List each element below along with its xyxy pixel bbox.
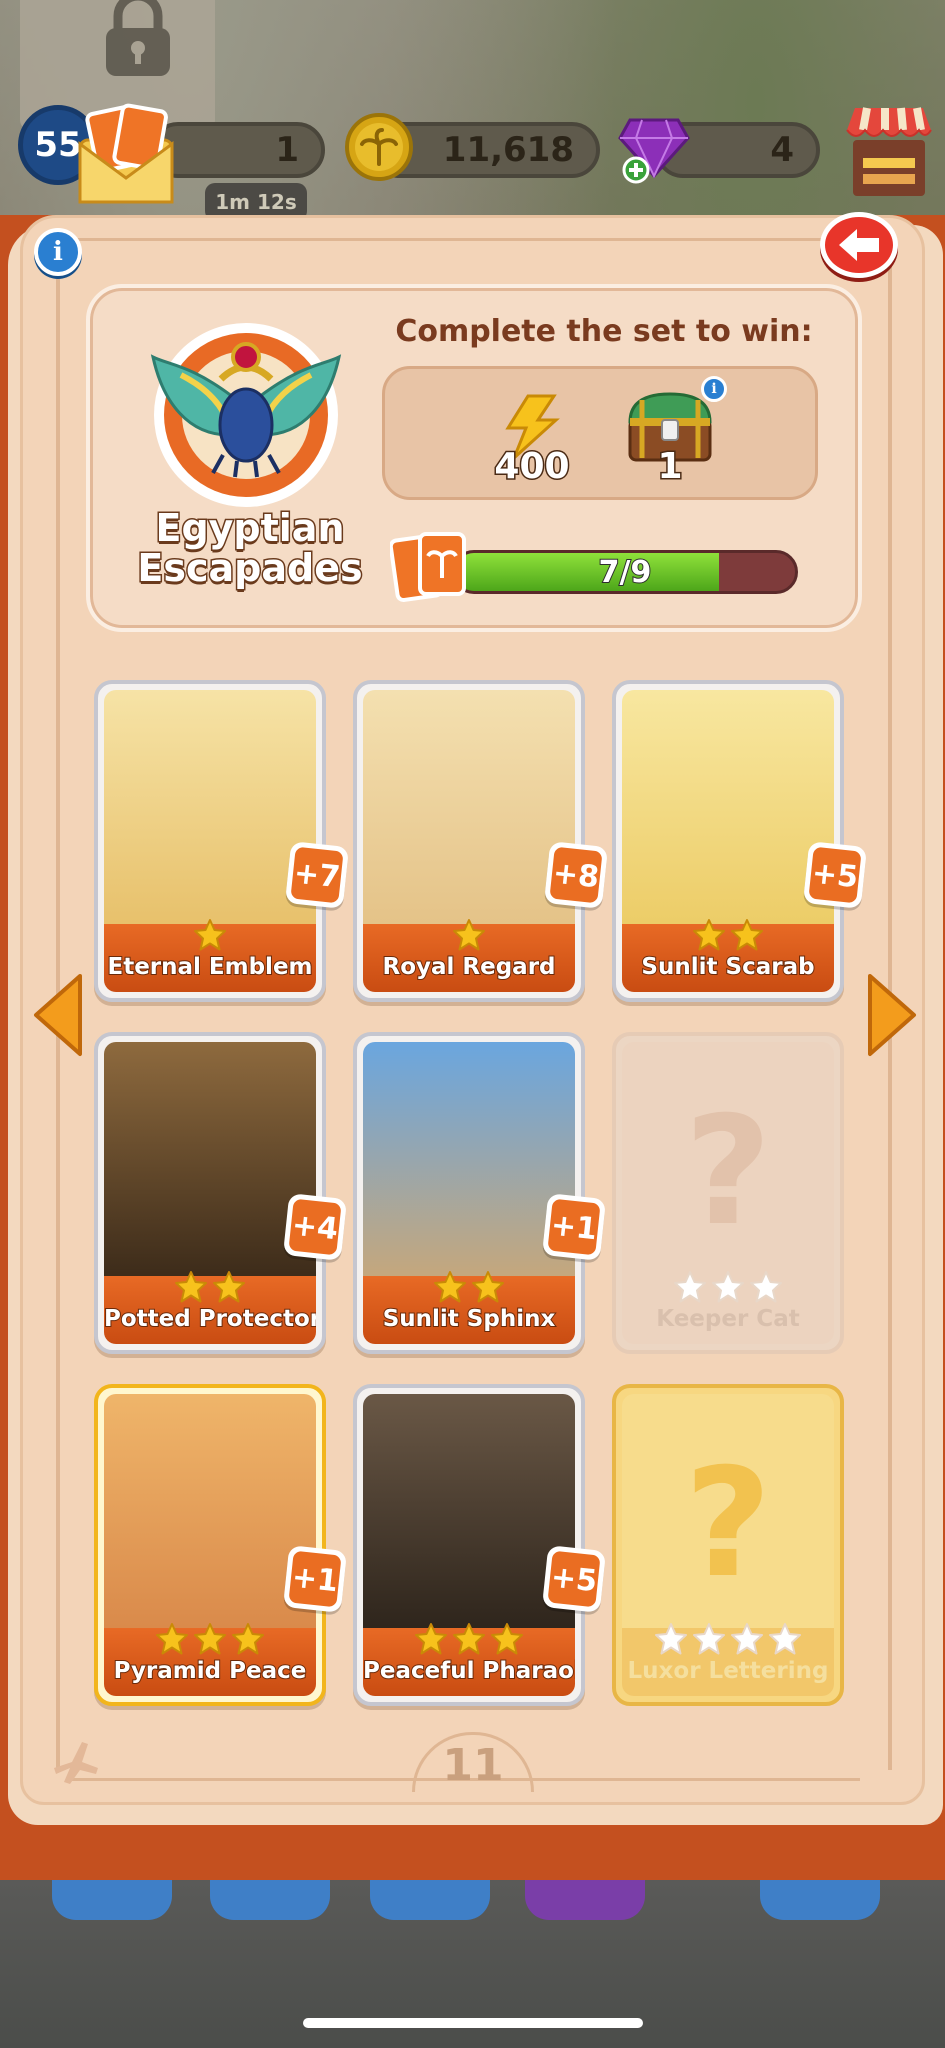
page-rule-top — [70, 238, 860, 241]
set-progress-text: 7/9 — [598, 554, 653, 591]
card-stars — [363, 1622, 575, 1658]
star-icon — [213, 1271, 245, 1303]
star-icon — [750, 1271, 782, 1303]
card-potted-protectors[interactable]: Potted Protectors +4 — [94, 1032, 348, 1354]
card-face: Eternal Emblem — [104, 690, 316, 992]
back-arrow-icon — [839, 229, 879, 261]
scarab-set-emblem-icon — [150, 323, 342, 507]
duplicate-count: +1 — [288, 1550, 342, 1608]
card-sunlit-scarab[interactable]: Sunlit Scarab +5 — [612, 680, 868, 1002]
star-icon — [674, 1271, 706, 1303]
star-icon — [731, 1623, 763, 1655]
duplicate-count-badge: +7 — [284, 841, 350, 909]
card-title: Sunlit Sphinx — [382, 1305, 557, 1333]
duplicate-count: +1 — [547, 1198, 601, 1256]
card-title: Luxor Lettering — [627, 1658, 829, 1684]
card-royal-regard[interactable]: Royal Regard +8 — [353, 680, 609, 1002]
card-face: ? Luxor Lettering — [622, 1394, 834, 1696]
card-title: Eternal Emblem — [106, 953, 313, 981]
card-stars — [363, 1270, 575, 1306]
back-button[interactable] — [820, 212, 898, 278]
star-icon — [434, 1271, 466, 1303]
card-face: Sunlit Sphinx — [363, 1042, 575, 1344]
card-title: Potted Protectors — [104, 1305, 316, 1333]
card-stars — [104, 918, 316, 954]
card-face: Sunlit Scarab — [622, 690, 834, 992]
chest-info-icon[interactable]: i — [701, 376, 727, 402]
card-luxor-lettering[interactable]: ? Luxor Lettering — [612, 1384, 844, 1706]
star-icon — [472, 1271, 504, 1303]
duplicate-count-badge: +5 — [802, 841, 868, 909]
card-face: ? Keeper Cat — [622, 1042, 834, 1344]
card-face: Royal Regard — [363, 690, 575, 992]
card-title: Pyramid Peace — [113, 1657, 308, 1685]
star-icon — [232, 1623, 264, 1655]
card-title: Keeper Cat — [656, 1306, 800, 1332]
card-pyramid-peace[interactable]: Pyramid Peace +1 — [94, 1384, 348, 1706]
home-indicator — [303, 2018, 643, 2028]
card-sunlit-sphinx[interactable]: Sunlit Sphinx +1 — [353, 1032, 607, 1354]
duplicate-count-badge: +8 — [543, 841, 609, 909]
cards-stack-icon — [390, 532, 466, 602]
card-face: Pyramid Peace — [104, 1394, 316, 1696]
star-icon — [769, 1623, 801, 1655]
duplicate-count: +5 — [547, 1550, 601, 1608]
set-reward-box — [382, 366, 818, 500]
chest-reward-value: 1 — [656, 445, 684, 489]
duplicate-count: +5 — [808, 846, 862, 904]
shop-icon[interactable] — [845, 100, 933, 200]
star-icon — [453, 1623, 485, 1655]
star-icon — [156, 1623, 188, 1655]
duplicate-count-badge: +1 — [282, 1545, 348, 1613]
info-button[interactable]: i — [34, 228, 82, 276]
star-icon — [731, 919, 763, 951]
card-artwork — [104, 690, 316, 930]
complete-set-label: Complete the set to win: — [395, 314, 813, 349]
card-face: Peaceful Pharaoh — [363, 1394, 575, 1696]
card-stars — [104, 1270, 316, 1306]
airplane-icon — [54, 1742, 98, 1784]
card-keeper-cat[interactable]: ? Keeper Cat — [612, 1032, 844, 1354]
duplicate-count-badge: +5 — [541, 1545, 607, 1613]
star-icon — [491, 1623, 523, 1655]
lock-icon — [106, 0, 170, 76]
card-pack-envelope-icon[interactable] — [72, 100, 182, 210]
page-number: 11 — [442, 1740, 504, 1791]
card-artwork — [622, 690, 834, 930]
set-name: Egyptian Escapades — [136, 506, 364, 590]
card-eternal-emblem[interactable]: Eternal Emblem +7 — [94, 680, 350, 1002]
card-title: Royal Regard — [381, 953, 556, 981]
card-title: Sunlit Scarab — [640, 953, 815, 981]
star-icon — [194, 919, 226, 951]
star-icon — [194, 1623, 226, 1655]
card-stars — [622, 1270, 834, 1306]
star-icon — [655, 1623, 687, 1655]
card-title: Peaceful Pharaoh — [363, 1657, 575, 1685]
card-face: Potted Protectors — [104, 1042, 316, 1344]
locked-card-question-icon: ? — [684, 1437, 772, 1611]
star-icon — [415, 1623, 447, 1655]
locked-card-question-icon: ? — [684, 1085, 772, 1259]
card-peaceful-pharaoh[interactable]: Peaceful Pharaoh +5 — [353, 1384, 607, 1706]
star-icon — [693, 919, 725, 951]
card-artwork — [363, 690, 575, 930]
star-icon — [712, 1271, 744, 1303]
duplicate-count-badge: +4 — [282, 1193, 348, 1261]
duplicate-count: +4 — [288, 1198, 342, 1256]
card-stars — [622, 918, 834, 954]
card-stars — [104, 1622, 316, 1658]
card-stars — [363, 918, 575, 954]
duplicate-count: +8 — [549, 846, 603, 904]
star-icon — [175, 1271, 207, 1303]
boost-reward-value: 400 — [493, 445, 571, 489]
gem-icon[interactable] — [618, 110, 690, 184]
coin-icon — [345, 113, 413, 181]
duplicate-count: +7 — [290, 846, 344, 904]
previous-page-arrow-icon[interactable] — [30, 970, 88, 1060]
star-icon — [693, 1623, 725, 1655]
next-page-arrow-icon[interactable] — [862, 970, 920, 1060]
star-icon — [453, 919, 485, 951]
duplicate-count-badge: +1 — [541, 1193, 607, 1261]
card-stars — [622, 1622, 834, 1658]
